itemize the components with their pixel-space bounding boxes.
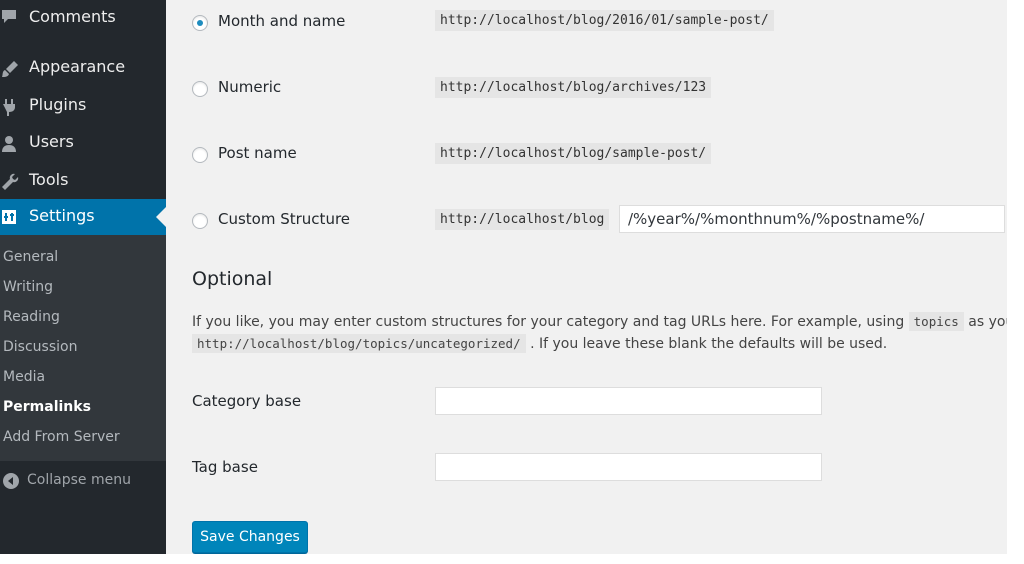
menu-item-plugins[interactable]: Plugins: [0, 88, 166, 124]
category-base-label: Category base: [192, 392, 302, 410]
menu-item-appearance[interactable]: Appearance: [0, 50, 166, 86]
desc-text-3: . If you leave these blank the defaults …: [530, 336, 888, 352]
menu-item-label: Comments: [29, 7, 116, 26]
tag-base-input[interactable]: [435, 453, 822, 481]
menu-item-comments[interactable]: Comments: [0, 0, 166, 36]
example-url: http://localhost/blog/archives/123: [435, 77, 712, 98]
desc-text-2: as your cate: [968, 314, 1007, 330]
user-icon: [2, 136, 16, 152]
option-label: Numeric: [218, 78, 282, 96]
optional-heading: Optional: [192, 268, 273, 290]
brush-icon: [2, 61, 18, 77]
collapse-icon: [3, 473, 19, 489]
collapse-menu-label: Collapse menu: [27, 472, 131, 488]
submenu-item-add-from-server[interactable]: Add From Server: [3, 429, 120, 445]
radio-month-name[interactable]: [192, 15, 208, 31]
radio-post-name[interactable]: [192, 147, 208, 163]
plug-icon: [3, 99, 15, 116]
desc-text-1: If you like, you may enter custom struct…: [192, 314, 905, 330]
radio-custom-structure[interactable]: [192, 213, 208, 229]
submenu-item-reading[interactable]: Reading: [3, 309, 60, 325]
submenu-item-permalinks[interactable]: Permalinks: [3, 399, 91, 415]
tag-base-label: Tag base: [192, 458, 258, 476]
active-menu-arrow: [156, 207, 166, 227]
settings-submenu: General Writing Reading Discussion Media…: [0, 235, 166, 461]
option-label: Custom Structure: [218, 210, 351, 228]
settings-icon: [2, 210, 16, 224]
menu-item-users[interactable]: Users: [0, 125, 166, 161]
right-edge: [1007, 0, 1024, 564]
save-changes-button[interactable]: Save Changes: [192, 521, 308, 553]
custom-base-url: http://localhost/blog: [435, 209, 610, 230]
submenu-item-writing[interactable]: Writing: [3, 279, 53, 295]
wrench-icon: [2, 173, 19, 190]
menu-item-label: Plugins: [29, 95, 87, 114]
category-base-input[interactable]: [435, 387, 822, 415]
option-label: Month and name: [218, 12, 346, 30]
menu-item-label: Users: [29, 132, 74, 151]
admin-sidebar: Comments Appearance Plugins Users Tools: [0, 0, 166, 554]
submenu-item-discussion[interactable]: Discussion: [3, 339, 77, 355]
optional-description: If you like, you may enter custom struct…: [192, 311, 1007, 355]
menu-item-tools[interactable]: Tools: [0, 163, 166, 199]
option-label: Post name: [218, 144, 297, 162]
submenu-item-media[interactable]: Media: [3, 369, 45, 385]
desc-code-url: http://localhost/blog/topics/uncategoriz…: [192, 334, 526, 353]
menu-item-label: Tools: [29, 170, 69, 189]
comment-icon: [2, 10, 16, 23]
collapse-menu-button[interactable]: Collapse menu: [0, 466, 166, 496]
desc-code-topics: topics: [908, 312, 964, 331]
menu-item-label: Appearance: [29, 57, 126, 76]
submenu-item-general[interactable]: General: [3, 249, 58, 265]
custom-structure-input[interactable]: /%year%/%monthnum%/%postname%/: [619, 205, 1005, 233]
menu-item-settings[interactable]: Settings: [0, 199, 166, 235]
radio-numeric[interactable]: [192, 81, 208, 97]
permalink-settings-content: Month and name http://localhost/blog/201…: [166, 0, 1007, 554]
menu-item-label: Settings: [29, 206, 95, 225]
example-url: http://localhost/blog/2016/01/sample-pos…: [435, 10, 774, 31]
example-url: http://localhost/blog/sample-post/: [435, 143, 712, 164]
